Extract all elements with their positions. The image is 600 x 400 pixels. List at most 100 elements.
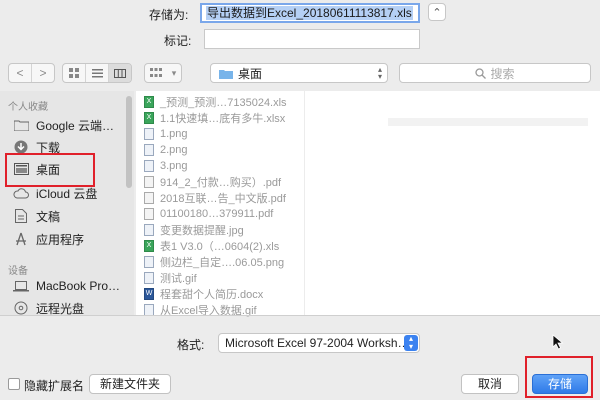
sidebar-item-google-drive[interactable]: Google 云端… bbox=[4, 115, 128, 135]
file-name: 侧边栏_自定….06.05.png bbox=[160, 256, 285, 269]
file-list: X _预测_预测…7135024.xls X 1.1快速填…底有多牛.xlsx 1.pn… bbox=[136, 91, 304, 317]
image-file-icon bbox=[144, 143, 154, 156]
image-file-icon bbox=[144, 303, 154, 316]
sidebar-item-label: iCloud 云盘 bbox=[36, 186, 98, 201]
desktop-highlight-box bbox=[5, 153, 95, 187]
save-as-input[interactable]: 导出数据到Excel_20180611113817.xls bbox=[200, 3, 420, 23]
format-value: Microsoft Excel 97-2004 Worksh… bbox=[225, 336, 410, 350]
file-name: 2.png bbox=[160, 143, 188, 156]
file-name: 2018互联…告_中文版.pdf bbox=[160, 192, 286, 205]
filename-text: 导出数据到Excel_20180611113817.xls bbox=[206, 6, 413, 20]
grid-icon bbox=[69, 68, 79, 78]
excel-file-icon: X bbox=[144, 111, 154, 124]
file-row[interactable]: 侧边栏_自定….06.05.png bbox=[144, 255, 304, 269]
hide-extension-checkbox[interactable] bbox=[8, 378, 20, 390]
laptop-icon bbox=[12, 278, 30, 294]
file-name: 01100180…379911.pdf bbox=[160, 207, 274, 220]
sidebar-item-label: Google 云端… bbox=[36, 118, 115, 133]
file-name: 变更数据提醒.jpg bbox=[160, 224, 244, 237]
excel-file-icon: X bbox=[144, 95, 154, 108]
folder-icon bbox=[219, 69, 233, 79]
sidebar-item-macbook[interactable]: MacBook Pro… bbox=[4, 276, 128, 296]
word-file-icon: W bbox=[144, 287, 154, 300]
image-file-icon bbox=[144, 271, 154, 284]
icon-view-button[interactable] bbox=[63, 64, 86, 82]
column-view-button[interactable] bbox=[109, 64, 131, 82]
format-label: 格式: bbox=[177, 338, 205, 352]
list-icon bbox=[91, 68, 103, 77]
file-row[interactable]: 2018互联…告_中文版.pdf bbox=[144, 191, 304, 205]
save-as-label: 存储为: bbox=[149, 8, 189, 22]
navigation-buttons: < > bbox=[8, 63, 55, 83]
folder-icon bbox=[12, 117, 30, 133]
file-name: 1.1快速填…底有多牛.xlsx bbox=[160, 112, 286, 125]
list-view-button[interactable] bbox=[86, 64, 109, 82]
search-placeholder: 搜索 bbox=[490, 66, 515, 81]
file-row[interactable]: 变更数据提醒.jpg bbox=[144, 223, 304, 237]
file-row[interactable]: 1.png bbox=[144, 127, 304, 140]
mouse-cursor-icon bbox=[552, 334, 564, 350]
pdf-file-icon bbox=[144, 207, 154, 220]
file-name: 表1 V3.0（…0604(2).xls bbox=[160, 240, 280, 253]
sidebar-scrollbar[interactable] bbox=[126, 96, 132, 188]
tags-input[interactable] bbox=[204, 29, 420, 49]
updown-arrows-icon: ▴ ▾ bbox=[404, 335, 418, 351]
image-file-icon bbox=[144, 255, 154, 268]
search-field[interactable]: 搜索 bbox=[399, 63, 591, 83]
sidebar-item-label: 文稿 bbox=[36, 209, 61, 224]
file-row[interactable]: 测试.gif bbox=[144, 271, 304, 285]
gallery-icon bbox=[145, 64, 167, 82]
chevron-up-icon: ⌃ bbox=[432, 7, 442, 19]
forward-button[interactable]: > bbox=[32, 64, 54, 82]
save-highlight-box bbox=[525, 356, 593, 398]
file-name: 1.png bbox=[160, 127, 188, 140]
applications-icon bbox=[12, 231, 30, 247]
pdf-file-icon bbox=[144, 175, 154, 188]
sidebar-item-label: 远程光盘 bbox=[36, 301, 85, 316]
search-icon bbox=[475, 67, 487, 79]
updown-arrows-icon: ▴ ▾ bbox=[377, 65, 382, 81]
devices-header: 设备 bbox=[8, 266, 28, 277]
chevron-down-icon: ▾ bbox=[171, 67, 177, 78]
preview-placeholder bbox=[388, 118, 588, 126]
arrange-control[interactable]: ▾ bbox=[144, 63, 182, 83]
location-select[interactable]: 桌面 ▴ ▾ bbox=[210, 63, 388, 83]
file-name: 914_2_付款…购买）.pdf bbox=[160, 176, 282, 189]
image-file-icon bbox=[144, 223, 154, 236]
image-file-icon bbox=[144, 127, 154, 140]
sidebar: 个人收藏 Google 云端… 下载 桌面 iCloud 云盘 文稿 应用程序 … bbox=[0, 91, 134, 316]
sidebar-item-applications[interactable]: 应用程序 bbox=[4, 229, 128, 249]
columns-icon bbox=[114, 68, 126, 78]
view-mode-control bbox=[62, 63, 132, 83]
file-row[interactable]: 2.png bbox=[144, 143, 304, 156]
new-folder-button[interactable]: 新建文件夹 bbox=[89, 374, 171, 394]
image-file-icon bbox=[144, 159, 154, 172]
cancel-button[interactable]: 取消 bbox=[461, 374, 519, 394]
cloud-icon bbox=[12, 185, 30, 201]
excel-file-icon: X bbox=[144, 239, 154, 252]
expand-dialog-button[interactable]: ⌃ bbox=[428, 3, 446, 21]
file-row[interactable]: X 表1 V3.0（…0604(2).xls bbox=[144, 239, 304, 253]
sidebar-item-documents[interactable]: 文稿 bbox=[4, 206, 128, 226]
file-name: 3.png bbox=[160, 159, 188, 172]
file-row[interactable]: X _预测_预测…7135024.xls bbox=[144, 95, 304, 109]
file-name: _预测_预测…7135024.xls bbox=[160, 96, 287, 109]
pdf-file-icon bbox=[144, 191, 154, 204]
file-row[interactable]: 914_2_付款…购买）.pdf bbox=[144, 175, 304, 189]
divider bbox=[0, 315, 600, 316]
sidebar-item-label: MacBook Pro… bbox=[36, 279, 121, 293]
sidebar-item-label: 应用程序 bbox=[36, 232, 85, 247]
back-button[interactable]: < bbox=[9, 64, 32, 82]
hide-extension-label: 隐藏扩展名 bbox=[24, 379, 85, 393]
favorites-header: 个人收藏 bbox=[8, 102, 48, 113]
file-row[interactable]: 01100180…379911.pdf bbox=[144, 207, 304, 220]
disc-icon bbox=[12, 300, 30, 316]
file-row[interactable]: 3.png bbox=[144, 159, 304, 172]
file-row[interactable]: X 1.1快速填…底有多牛.xlsx bbox=[144, 111, 304, 125]
file-name: 测试.gif bbox=[160, 272, 197, 285]
format-select[interactable]: Microsoft Excel 97-2004 Worksh… ▴ ▾ bbox=[218, 333, 420, 353]
document-icon bbox=[12, 208, 30, 224]
location-label: 桌面 bbox=[238, 66, 263, 81]
file-row[interactable]: W 程套甜个人简历.docx bbox=[144, 287, 304, 301]
file-name: 程套甜个人简历.docx bbox=[160, 288, 264, 301]
